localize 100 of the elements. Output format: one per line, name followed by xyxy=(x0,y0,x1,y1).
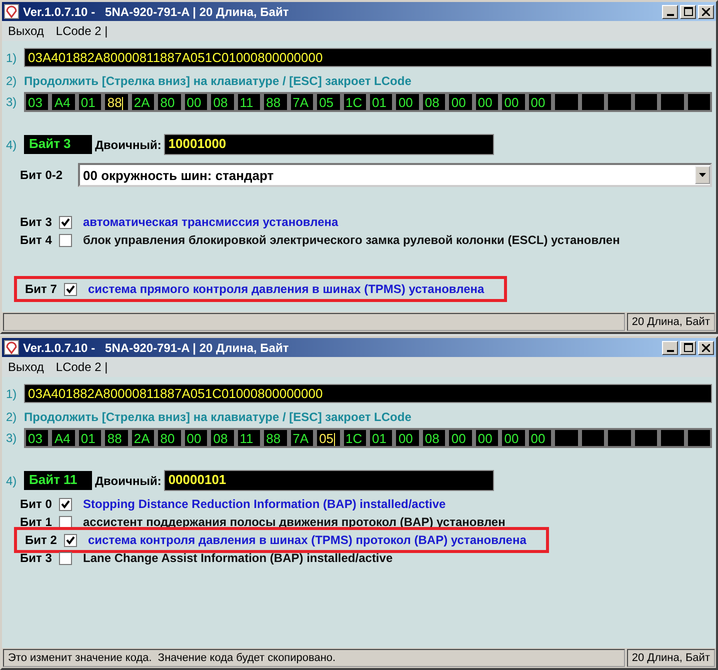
byte-cell[interactable]: 01 xyxy=(76,428,104,448)
byte-cell[interactable]: 88 xyxy=(103,428,130,448)
bit-description: Lane Change Assist Information (BAP) installed/active xyxy=(83,551,393,565)
byte-cell[interactable]: 08 xyxy=(420,428,448,448)
bit-label: Бит 2 xyxy=(25,533,58,547)
byte-cell[interactable]: 03 xyxy=(24,92,50,112)
dropdown[interactable]: 00 окружность шин: стандарт xyxy=(78,163,712,187)
bit-label: Бит 4 xyxy=(20,233,53,247)
byte-cell[interactable]: A4 xyxy=(50,428,77,448)
byte-cell[interactable]: 00 xyxy=(182,428,210,448)
close-icon xyxy=(702,344,710,352)
byte-cell[interactable]: 00 xyxy=(526,92,554,112)
byte-cell[interactable]: 01 xyxy=(76,92,104,112)
code-field[interactable]: 03A401882A80000811887A051C01000800000000 xyxy=(24,384,712,403)
byte-cell[interactable]: 11 xyxy=(236,92,262,112)
maximize-button[interactable] xyxy=(680,340,696,354)
byte-cell[interactable]: 00 xyxy=(526,428,554,448)
byte-cell[interactable]: 7A xyxy=(288,428,316,448)
checkbox[interactable] xyxy=(64,534,77,546)
bit-label: Бит 3 xyxy=(20,215,53,229)
byte-cell[interactable]: 00 xyxy=(500,428,527,448)
byte-cell[interactable]: 1C xyxy=(342,92,368,112)
byte-cell[interactable]: 08 xyxy=(420,92,448,112)
checkbox[interactable] xyxy=(59,516,72,528)
byte-cell[interactable]: 01 xyxy=(368,428,394,448)
close-button[interactable] xyxy=(698,4,714,18)
byte-cell[interactable]: 05 xyxy=(315,428,342,448)
byte-cell[interactable]: 88 xyxy=(262,92,289,112)
menu-item[interactable]: Выход xyxy=(8,24,44,38)
minimize-button[interactable] xyxy=(662,340,678,354)
byte-cell[interactable]: 88 xyxy=(262,428,289,448)
byte-cell[interactable]: 01 xyxy=(368,92,394,112)
bit-label: Бит 0 xyxy=(20,497,53,511)
byte-cell[interactable]: 11 xyxy=(236,428,262,448)
binary-field[interactable]: 10001000 xyxy=(164,134,494,155)
checkbox[interactable] xyxy=(59,552,72,564)
step-number: 4) xyxy=(6,138,18,152)
byte-cell[interactable]: A4 xyxy=(50,92,77,112)
step-number: 1) xyxy=(6,386,18,400)
byte-cell[interactable]: 05 xyxy=(315,92,342,112)
byte-name: Байт 3 xyxy=(24,135,92,154)
byte-cell[interactable]: 7A xyxy=(288,92,316,112)
byte-cell[interactable]: 80 xyxy=(156,428,183,448)
byte-cell[interactable]: 00 xyxy=(474,428,500,448)
byte-cell[interactable]: 08 xyxy=(209,428,236,448)
byte-cell[interactable]: 2A xyxy=(130,92,156,112)
close-icon xyxy=(702,8,710,16)
menu-item[interactable]: Выход xyxy=(8,360,44,374)
binary-label: Двоичный: xyxy=(95,474,162,488)
status-length: 20 Длина, Байт xyxy=(627,313,715,331)
bit-description: автоматическая трансмиссия установлена xyxy=(83,215,338,229)
window-title: Ver.1.0.7.10 - 5NA-920-791-A | 20 Длина, Байт xyxy=(23,340,289,354)
byte-cell[interactable]: 00 xyxy=(394,428,421,448)
app-icon xyxy=(4,4,19,19)
byte-name: Байт 11 xyxy=(24,471,92,490)
menu-item[interactable]: LCode 2 | xyxy=(56,24,108,38)
byte-cell[interactable]: 1C xyxy=(342,428,368,448)
code-field[interactable]: 03A401882A80000811887A051C01000800000000 xyxy=(24,48,712,67)
checkbox[interactable] xyxy=(64,282,77,296)
status-length: 20 Длина, Байт xyxy=(627,649,715,667)
bit-description: система контроля давления в шинах (TPMS) протокол (BAP) установлена xyxy=(88,533,526,547)
checkbox[interactable] xyxy=(59,234,72,246)
step-number: 2) xyxy=(6,74,18,88)
close-button[interactable] xyxy=(698,340,714,354)
binary-field[interactable]: 00000101 xyxy=(164,470,494,491)
byte-cell[interactable]: 88 xyxy=(103,92,130,112)
bit-description: Stopping Distance Reduction Information (BAP) installed/active xyxy=(83,497,446,511)
byte-cell[interactable]: 00 xyxy=(474,92,500,112)
checkbox[interactable] xyxy=(59,498,72,510)
checkbox[interactable] xyxy=(59,216,72,228)
byte-cell[interactable]: 00 xyxy=(447,428,474,448)
maximize-icon xyxy=(684,343,692,352)
dropdown-label: Бит 0-2 xyxy=(20,168,64,182)
byte-cell[interactable]: 08 xyxy=(209,92,236,112)
minimize-icon xyxy=(666,14,674,16)
byte-cell[interactable]: 00 xyxy=(447,92,474,112)
app-icon xyxy=(4,340,19,355)
status-message: Это изменит значение кода. Значение кода будет скопировано. xyxy=(3,649,625,667)
byte-cell[interactable]: 2A xyxy=(130,428,156,448)
byte-cell[interactable]: 03 xyxy=(24,428,50,448)
maximize-button[interactable] xyxy=(680,4,696,18)
binary-label: Двоичный: xyxy=(95,138,162,152)
minimize-icon xyxy=(666,350,674,352)
byte-cell[interactable]: 00 xyxy=(500,92,527,112)
menu-item[interactable]: LCode 2 | xyxy=(56,360,108,374)
step-number: 1) xyxy=(6,50,18,64)
bit-label: Бит 7 xyxy=(25,282,58,296)
byte-cell[interactable]: 00 xyxy=(394,92,421,112)
minimize-button[interactable] xyxy=(662,4,678,18)
bit-label: Бит 1 xyxy=(20,515,53,529)
caret-icon xyxy=(699,173,706,177)
byte-cell[interactable]: 80 xyxy=(156,92,183,112)
bit-description: ассистент поддержания полосы движения протокол (BAP) установлен xyxy=(83,515,506,529)
bit-label: Бит 3 xyxy=(20,551,53,565)
step-number: 4) xyxy=(6,474,18,488)
maximize-icon xyxy=(684,7,692,16)
step-number: 2) xyxy=(6,410,18,424)
bit-description: система прямого контроля давления в шинах (TPMS) установлена xyxy=(88,282,484,296)
byte-cell[interactable]: 00 xyxy=(182,92,210,112)
step-number: 3) xyxy=(6,95,18,109)
